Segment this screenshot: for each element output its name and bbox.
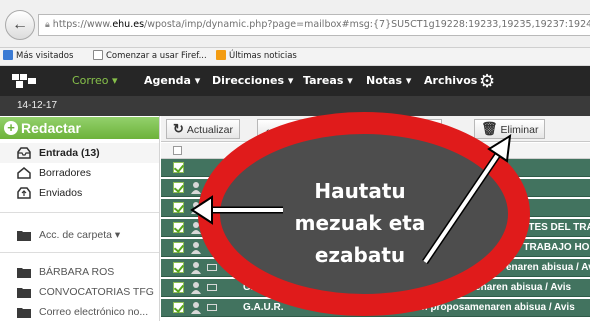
bookmark-most-visited[interactable]: Más visitados xyxy=(3,48,73,65)
table-row[interactable]: G.A. osamenaren abisua / Avis xyxy=(161,279,590,297)
address-bar[interactable]: 🔒︎ https://www.ehu.es/wposta/imp/dynamic.… xyxy=(38,14,590,36)
page-icon xyxy=(93,50,103,60)
row-from: G.A. xyxy=(243,282,264,293)
folder-icon xyxy=(17,268,31,278)
lock-icon: 🔒︎ xyxy=(45,20,50,30)
sidebar: + Redactar Entrada (13) Borradores Envia… xyxy=(0,116,160,321)
folder-icon xyxy=(17,308,31,318)
ehu-logo-icon xyxy=(12,74,36,88)
nav-calendar[interactable]: Agenda ▾ xyxy=(144,74,200,87)
row-checkbox[interactable] xyxy=(173,222,184,233)
delete-button[interactable]: 🗑︎ Eliminar xyxy=(474,119,546,139)
callout-line: Hautatu xyxy=(314,179,406,203)
person-icon xyxy=(191,222,201,234)
sidebar-divider xyxy=(0,212,159,213)
forward-button[interactable]: eenviar ▾ xyxy=(385,119,442,139)
url-path: /wposta/imp/dynamic.php?page=mailbox#msg… xyxy=(144,19,590,30)
sent-icon xyxy=(17,187,31,199)
reply-button[interactable]: ← Res xyxy=(257,119,377,139)
callout-line: ezabatu xyxy=(314,243,406,267)
person-icon xyxy=(191,282,201,294)
url-prefix: https://www. xyxy=(52,19,113,30)
person-icon xyxy=(191,262,201,274)
message-toolbar: ↻ Actualizar ← Res eenviar ▾ 🗑︎ Eliminar xyxy=(161,116,590,142)
row-subject: enaren abisua / Avis xyxy=(506,262,590,273)
row-checkbox[interactable] xyxy=(173,262,184,273)
row-subject: ÁMITES DEL TRA xyxy=(510,222,590,233)
list-header: De xyxy=(161,143,590,159)
nav-files[interactable]: Archivos xyxy=(424,74,477,87)
column-from[interactable]: De xyxy=(243,143,255,159)
bookmark-getting-started[interactable]: Comenzar a usar Firef... xyxy=(93,48,207,65)
bookmark-folder-icon xyxy=(3,50,13,60)
reply-icon: ← xyxy=(264,121,277,136)
browser-toolbar: ← 🔒︎ https://www.ehu.es/wposta/imp/dynami… xyxy=(0,0,590,48)
callout-line: mezuak eta xyxy=(294,211,426,235)
compose-button[interactable]: + Redactar xyxy=(0,117,159,139)
select-all-checkbox[interactable] xyxy=(173,146,182,155)
row-checkbox[interactable] xyxy=(173,202,184,213)
folder-icon xyxy=(17,288,31,298)
current-date: 14-12-17 xyxy=(17,100,58,111)
sidebar-divider xyxy=(0,252,159,253)
url-host: ehu.es xyxy=(112,19,145,30)
row-checkbox[interactable] xyxy=(173,302,184,313)
folder-icon xyxy=(17,231,31,241)
person-icon xyxy=(191,302,201,314)
refresh-button[interactable]: ↻ Actualizar xyxy=(166,119,241,139)
row-checkbox[interactable] xyxy=(173,242,184,253)
row-checkbox[interactable] xyxy=(173,182,184,193)
app-navigation: Correo ▾ Agenda ▾ Direcciones ▾ Tareas ▾… xyxy=(0,66,590,96)
sidebar-item-drafts[interactable]: Borradores xyxy=(0,163,159,183)
bookmark-latest-news[interactable]: Últimas noticias xyxy=(216,48,297,65)
drafts-icon xyxy=(17,167,31,179)
date-bar: 14-12-17 xyxy=(0,96,590,116)
nav-contacts[interactable]: Direcciones ▾ xyxy=(212,74,293,87)
envelope-icon xyxy=(207,284,217,291)
envelope-icon xyxy=(207,304,217,311)
inbox-icon xyxy=(17,147,31,159)
row-subject: en proposamenaren abisua / Avis xyxy=(416,302,575,313)
person-icon xyxy=(191,242,201,254)
rss-icon xyxy=(216,50,226,60)
compose-label: Redactar xyxy=(21,120,81,136)
gear-icon[interactable]: ⚙︎ xyxy=(479,71,495,92)
plus-icon: + xyxy=(4,121,18,135)
row-subject: osamenaren abisua / Avis xyxy=(449,282,572,293)
row-from: G.A.U.R. xyxy=(243,302,284,313)
nav-tasks[interactable]: Tareas ▾ xyxy=(303,74,353,87)
sidebar-item-folder[interactable]: BÁRBARA ROS xyxy=(0,262,159,282)
table-row[interactable]: G.A.U.R. en proposamenaren abisua / Avis xyxy=(161,299,590,317)
row-checkbox[interactable] xyxy=(173,162,184,173)
nav-notes[interactable]: Notas ▾ xyxy=(366,74,411,87)
nav-mail[interactable]: Correo ▾ xyxy=(72,74,118,87)
trash-icon: 🗑︎ xyxy=(481,121,498,136)
row-subject: IO TRABAJO HOME xyxy=(510,242,590,253)
callout-text: Hautatu mezuak eta ezabatu xyxy=(285,175,435,271)
back-button[interactable]: ← xyxy=(5,10,35,40)
person-icon xyxy=(191,182,201,194)
refresh-icon: ↻ xyxy=(173,121,184,136)
folder-actions-dropdown[interactable]: Acc. de carpeta ▾ xyxy=(0,225,159,245)
row-checkbox[interactable] xyxy=(173,282,184,293)
back-arrow-icon: ← xyxy=(12,16,28,33)
sidebar-item-sent[interactable]: Enviados xyxy=(0,183,159,203)
envelope-icon xyxy=(207,264,217,271)
sidebar-item-folder[interactable]: CONVOCATORIAS TFG xyxy=(0,282,159,302)
bookmarks-bar: Más visitados Comenzar a usar Firef... Ú… xyxy=(0,48,590,66)
sidebar-item-folder[interactable]: Correo electrónico no... xyxy=(0,302,159,321)
sidebar-item-inbox[interactable]: Entrada (13) xyxy=(0,143,159,163)
person-icon xyxy=(191,202,201,214)
